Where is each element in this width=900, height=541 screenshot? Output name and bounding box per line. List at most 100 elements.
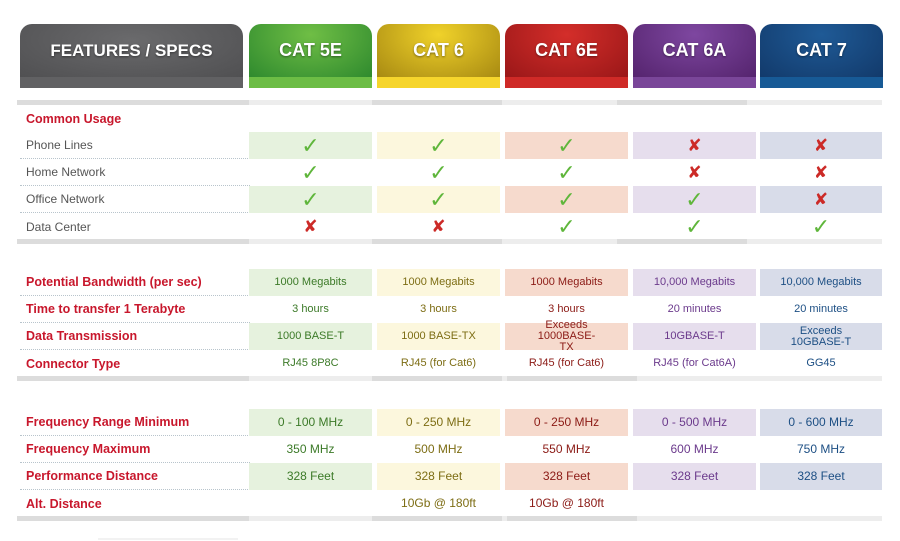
section-divider bbox=[17, 516, 882, 521]
row-label: Frequency Range Minimum bbox=[20, 409, 250, 436]
cat5e-cell: ✘ bbox=[249, 213, 372, 240]
usage-section-title-row: Common Usage bbox=[0, 105, 900, 132]
row-label: Phone Lines bbox=[20, 132, 250, 159]
cat5e-value: 0 - 100 MHz bbox=[249, 409, 372, 436]
cat6-value: 10Gb @ 180ft bbox=[401, 496, 476, 510]
cross-icon: ✘ bbox=[431, 217, 446, 236]
cat6a-value: 20 minutes bbox=[667, 303, 722, 315]
row-label: Office Network bbox=[20, 186, 250, 213]
cat7-value: 750 MHz bbox=[796, 442, 846, 456]
table-row: Time to transfer 1 Terabyte 3 hours 3 hour… bbox=[0, 296, 900, 323]
section-divider bbox=[17, 239, 882, 244]
cat6a-value: 0 - 500 MHz bbox=[633, 409, 756, 436]
header-cat6-label: CAT 6 bbox=[377, 24, 500, 77]
header-cat6e: CAT 6E bbox=[505, 24, 628, 88]
cat6a-cell: ✘ bbox=[633, 132, 756, 159]
table-row: Alt. Distance 10Gb @ 180ft 10Gb @ 180ft bbox=[0, 490, 900, 517]
row-label: Alt. Distance bbox=[26, 496, 102, 511]
cat5e-value bbox=[249, 490, 372, 517]
section-divider bbox=[17, 376, 882, 381]
cat5e-cell: ✓ bbox=[249, 186, 372, 213]
cat6-value: 328 Feet bbox=[377, 463, 500, 490]
cat6a-cell: ✓ bbox=[633, 213, 756, 240]
checkmark-icon: ✓ bbox=[557, 159, 576, 185]
cross-icon: ✘ bbox=[687, 136, 702, 155]
header-color-bar bbox=[633, 77, 756, 88]
cross-icon: ✘ bbox=[303, 217, 318, 236]
cross-icon: ✘ bbox=[687, 163, 702, 182]
cat6e-cell: ✓ bbox=[505, 186, 628, 213]
cat5e-value: 1000 BASE-T bbox=[249, 323, 372, 350]
cat6a-cell: ✓ bbox=[633, 186, 756, 213]
header-color-bar bbox=[20, 77, 243, 88]
checkmark-icon: ✓ bbox=[557, 132, 576, 158]
cat5e-value: 328 Feet bbox=[249, 463, 372, 490]
checkmark-icon: ✓ bbox=[685, 213, 704, 239]
cat7-value: Exceeds 10GBASE-T bbox=[760, 323, 882, 350]
cat6e-value: 550 MHz bbox=[542, 442, 591, 456]
table-row: Connector Type RJ45 8P8C RJ45 (for Cat6) RJ… bbox=[0, 350, 900, 377]
header-cat6e-label: CAT 6E bbox=[505, 24, 628, 77]
cat6-cell: ✓ bbox=[377, 159, 500, 186]
cat6e-value: RJ45 (for Cat6) bbox=[528, 357, 605, 369]
cat7-value: 328 Feet bbox=[760, 463, 882, 490]
table-row: Potential Bandwidth (per sec) 1000 Megabi… bbox=[0, 269, 900, 296]
cat6-value: 1000 Megabits bbox=[377, 269, 500, 296]
header-cat5e-label: CAT 5E bbox=[249, 24, 372, 77]
row-label: Potential Bandwidth (per sec) bbox=[20, 269, 250, 296]
cat6a-cell: ✘ bbox=[633, 159, 756, 186]
cat7-cell: ✘ bbox=[760, 186, 882, 213]
header-color-bar bbox=[760, 77, 883, 88]
header-cat7-label: CAT 7 bbox=[760, 24, 883, 77]
cat7-value bbox=[760, 490, 882, 517]
row-label: Home Network bbox=[20, 159, 250, 186]
header-cat6a: CAT 6A bbox=[633, 24, 756, 88]
row-label: Frequency Maximum bbox=[20, 436, 250, 463]
checkmark-icon: ✓ bbox=[301, 186, 320, 212]
table-row: Phone Lines ✓ ✓ ✓ ✘ ✘ bbox=[0, 132, 900, 159]
checkmark-icon: ✓ bbox=[429, 186, 448, 212]
header-features-label: FEATURES / SPECS bbox=[20, 24, 243, 77]
checkmark-icon: ✓ bbox=[557, 213, 576, 239]
header-cat6a-label: CAT 6A bbox=[633, 24, 756, 77]
checkmark-icon: ✓ bbox=[301, 159, 320, 185]
row-label: Time to transfer 1 Terabyte bbox=[20, 296, 250, 323]
cross-icon: ✘ bbox=[813, 190, 829, 209]
cat6e-value: 10Gb @ 180ft bbox=[529, 496, 604, 510]
usage-section-title: Common Usage bbox=[26, 111, 122, 126]
cat6e-cell: ✓ bbox=[505, 159, 628, 186]
cat6a-value: RJ45 (for Cat6A) bbox=[653, 357, 736, 369]
cat6-value: 3 hours bbox=[420, 303, 457, 315]
checkmark-icon: ✓ bbox=[557, 186, 576, 212]
cross-icon: ✘ bbox=[813, 163, 829, 182]
checkmark-icon: ✓ bbox=[429, 159, 448, 185]
checkmark-icon: ✓ bbox=[685, 186, 704, 212]
cat6e-value: 1000 Megabits bbox=[505, 269, 628, 296]
cat6a-value bbox=[633, 490, 756, 517]
cat5e-value: RJ45 8P8C bbox=[282, 357, 339, 369]
cat5e-cell: ✓ bbox=[249, 132, 372, 159]
cat6a-value: 10GBASE-T bbox=[633, 323, 756, 350]
table-row: Data Transmission 1000 BASE-T 1000 BASE-TX… bbox=[0, 320, 900, 353]
row-label: Connector Type bbox=[26, 356, 121, 371]
footer-line bbox=[98, 538, 238, 540]
cat7-cell: ✘ bbox=[760, 159, 882, 186]
header-color-bar bbox=[249, 77, 372, 88]
cat5e-cell: ✓ bbox=[249, 159, 372, 186]
cat7-value: 10,000 Megabits bbox=[760, 269, 882, 296]
cat6-cell: ✓ bbox=[377, 132, 500, 159]
cat7-cell: ✘ bbox=[760, 132, 882, 159]
table-row: Data Center ✘ ✘ ✓ ✓ ✓ bbox=[0, 213, 900, 240]
table-row: Performance Distance 328 Feet 328 Feet 328 … bbox=[0, 463, 900, 490]
row-label: Data Center bbox=[26, 219, 91, 234]
header-cat7: CAT 7 bbox=[760, 24, 883, 88]
table-row: Frequency Maximum 350 MHz 500 MHz 550 MHz 60… bbox=[0, 436, 900, 463]
cat6a-value: 600 MHz bbox=[670, 442, 719, 456]
table-row: Home Network ✓ ✓ ✓ ✘ ✘ bbox=[0, 159, 900, 186]
cat6e-value: Exceeds 1000BASE-TX bbox=[505, 320, 628, 353]
table-row: Office Network ✓ ✓ ✓ ✓ ✘ bbox=[0, 186, 900, 213]
header-cat5e: CAT 5E bbox=[249, 24, 372, 88]
cat6-value: 1000 BASE-TX bbox=[377, 323, 500, 350]
cat7-value: 20 minutes bbox=[794, 303, 848, 315]
cat6-cell: ✓ bbox=[377, 186, 500, 213]
